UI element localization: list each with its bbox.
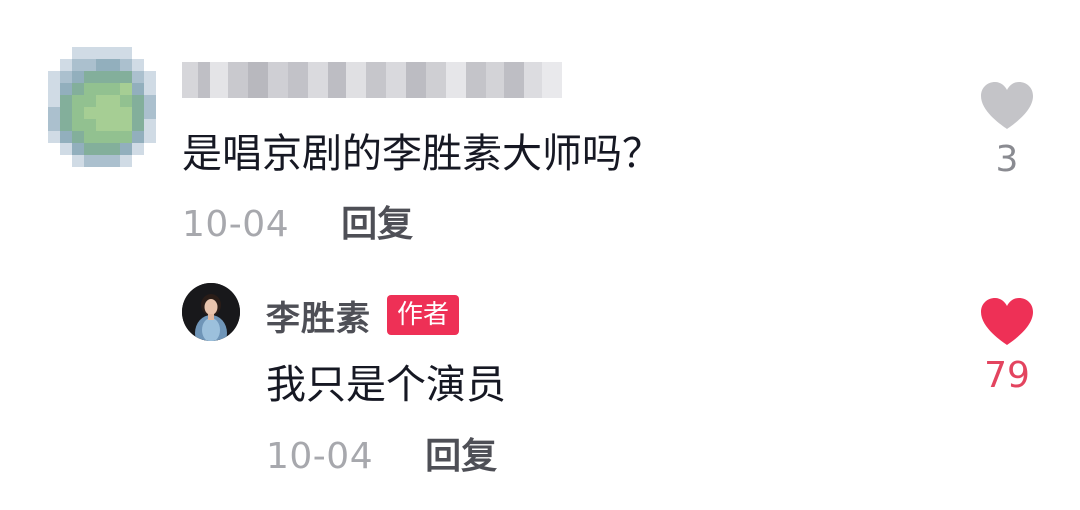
reply-date: 10-04 — [266, 436, 374, 477]
reply-header: 李胜素 作者 — [266, 291, 460, 340]
author-badge: 作者 — [387, 295, 460, 335]
reply-username[interactable]: 李胜素 — [266, 291, 371, 340]
comment-like[interactable]: 3 — [972, 80, 1042, 182]
like-count: 3 — [995, 139, 1019, 180]
reply-button[interactable]: 回复 — [341, 203, 413, 247]
reply-avatar[interactable] — [182, 283, 240, 341]
comment-thread: 是唱京剧的李胜素大师吗？ 10-04 回复 3 李胜素 作者 我只是个演员 10… — [0, 0, 1080, 510]
heart-filled-icon[interactable] — [979, 296, 1035, 348]
avatar[interactable] — [48, 47, 156, 167]
comment-date: 10-04 — [182, 204, 290, 245]
reply-text: 我只是个演员 — [266, 362, 506, 408]
heart-outline-icon[interactable] — [979, 80, 1035, 132]
like-count: 79 — [984, 355, 1030, 396]
comment-text: 是唱京剧的李胜素大师吗？ — [182, 131, 662, 177]
reply-like[interactable]: 79 — [972, 296, 1042, 398]
reply-button[interactable]: 回复 — [425, 435, 497, 479]
username-blurred[interactable] — [182, 62, 562, 98]
reply-meta: 10-04 回复 — [266, 435, 497, 479]
comment-meta: 10-04 回复 — [182, 203, 413, 247]
